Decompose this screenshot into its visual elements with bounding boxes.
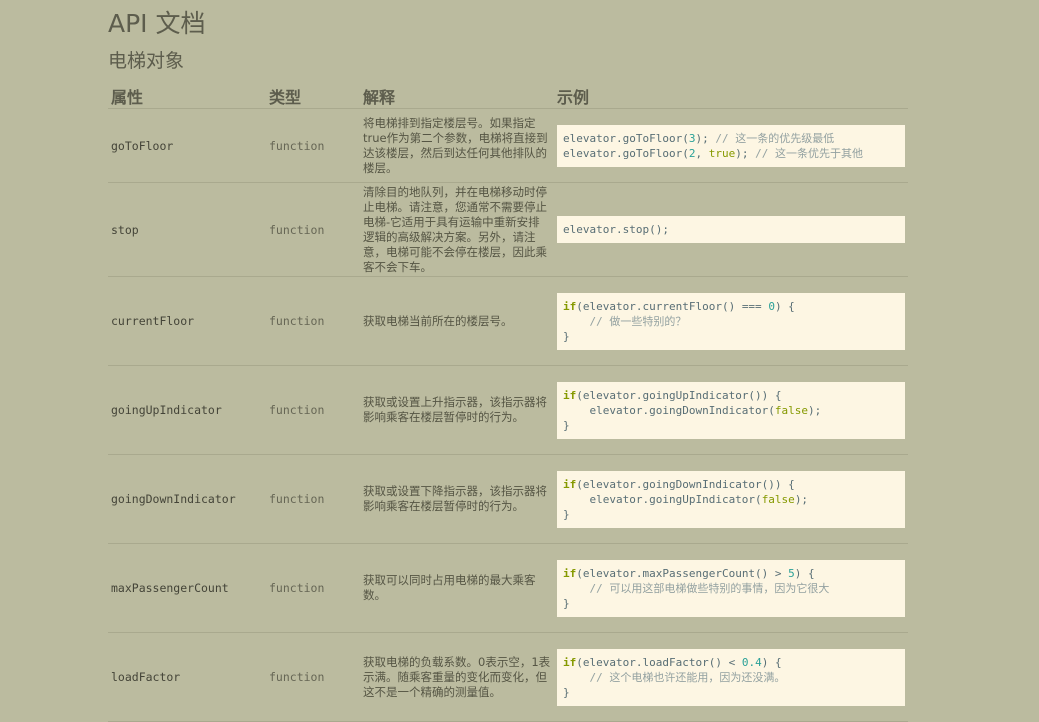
code-token: } [563, 329, 570, 343]
property-description: 获取电梯当前所在的楼层号。 [360, 276, 554, 366]
code-token: ); [735, 146, 749, 160]
code-token: if [563, 299, 577, 313]
code-token: if [563, 388, 577, 402]
code-token: ) { [794, 566, 815, 580]
code-token: elevator.goingDownIndicator( [563, 403, 775, 417]
code-token: 5 [788, 566, 795, 580]
code-token: elevator.goToFloor( [563, 131, 689, 145]
code-token: 0.4 [741, 655, 762, 669]
section-title: 电梯对象 [108, 50, 185, 72]
property-description: 将电梯排到指定楼层号。如果指定true作为第二个参数，电梯将直接到达该楼层，然后… [360, 108, 554, 183]
property-name: goingDownIndicator [108, 454, 266, 544]
code-token: true [708, 146, 736, 160]
property-example-cell: if(elevator.loadFactor() < 0.4) { // 这个电… [554, 632, 908, 722]
code-token: elevator.stop(); [563, 223, 669, 236]
property-type: function [266, 365, 360, 455]
code-token: if [563, 477, 577, 491]
code-token: ) { [761, 655, 782, 669]
header-description: 解释 [360, 84, 554, 109]
property-name: goingUpIndicator [108, 365, 266, 455]
property-description: 清除目的地队列，并在电梯移动时停止电梯。请注意，您通常不需要停止电梯-它适用于具… [360, 182, 554, 277]
code-token: (elevator.loadFactor() < [576, 655, 742, 669]
header-property: 属性 [108, 84, 266, 109]
code-token: // 做一些特别的？ [563, 314, 687, 328]
code-token: 0 [768, 299, 775, 313]
code-example: if(elevator.maxPassengerCount() > 5) { /… [557, 559, 905, 617]
code-token: if [563, 566, 577, 580]
property-example-cell: if(elevator.currentFloor() === 0) { // 做… [554, 276, 908, 366]
code-token: if [563, 655, 577, 669]
code-token: elevator.goToFloor( [563, 146, 689, 160]
property-name: currentFloor [108, 276, 266, 366]
code-token: } [563, 596, 570, 610]
property-name: goToFloor [108, 108, 266, 183]
property-type: function [266, 543, 360, 633]
property-type: function [266, 108, 360, 183]
property-description: 获取或设置下降指示器，该指示器将影响乘客在楼层暂停时的行为。 [360, 454, 554, 544]
property-name: loadFactor [108, 632, 266, 722]
property-example-cell: if(elevator.maxPassengerCount() > 5) { /… [554, 543, 908, 633]
table-row: goingDownIndicator function 获取或设置下降指示器，该指示… [108, 454, 908, 544]
header-type: 类型 [266, 84, 360, 109]
code-example: elevator.stop(); [557, 216, 905, 243]
property-description: 获取可以同时占用电梯的最大乘客数。 [360, 543, 554, 633]
code-token: } [563, 507, 570, 521]
code-token: // 这一条优先于其他 [748, 146, 863, 160]
table-row: goToFloor function 将电梯排到指定楼层号。如果指定true作为第二… [108, 108, 908, 183]
code-token: // 可以用这部电梯做些特别的事情，因为它很大 [563, 581, 830, 595]
property-description: 获取或设置上升指示器，该指示器将影响乘客在楼层暂停时的行为。 [360, 365, 554, 455]
table-header-row: 属性 类型 解释 示例 [108, 84, 908, 109]
property-name: stop [108, 182, 266, 277]
code-token: // 这一条的优先级最低 [708, 131, 835, 145]
code-example: elevator.goToFloor(3); // 这一条的优先级最低 elev… [557, 124, 905, 167]
code-token: ); [695, 131, 709, 145]
code-token: // 这个电梯也许还能用，因为还没满。 [563, 670, 786, 684]
table-row: maxPassengerCount function 获取可以同时占用电梯的最大乘客… [108, 543, 908, 633]
code-token: ) { [774, 299, 795, 313]
code-token: ); [808, 403, 822, 417]
code-token: } [563, 418, 570, 432]
code-token: ); [794, 492, 809, 506]
code-example: if(elevator.goingDownIndicator()) { elev… [557, 470, 905, 528]
property-type: function [266, 276, 360, 366]
property-example-cell: if(elevator.goingUpIndicator()) { elevat… [554, 365, 908, 455]
table-row: currentFloor function 获取电梯当前所在的楼层号。 if(elev… [108, 276, 908, 366]
code-token: (elevator.goingDownIndicator()) { [576, 477, 795, 491]
code-token: } [563, 685, 570, 699]
property-description: 获取电梯的负载系数。0表示空，1表示满。随乘客重量的变化而变化，但这不是一个精确… [360, 632, 554, 722]
api-table: 属性 类型 解释 示例 goToFloor function 将电梯排到指定楼层号。… [108, 84, 908, 722]
code-token: false [761, 492, 795, 506]
property-example-cell: elevator.goToFloor(3); // 这一条的优先级最低 elev… [554, 108, 908, 183]
code-token: (elevator.goingUpIndicator()) { [576, 388, 782, 402]
code-token: (elevator.currentFloor() === [576, 299, 769, 313]
code-token: , [695, 146, 709, 160]
property-type: function [266, 454, 360, 544]
property-type: function [266, 182, 360, 277]
code-token: elevator.goingUpIndicator( [563, 492, 762, 506]
property-name: maxPassengerCount [108, 543, 266, 633]
code-example: if(elevator.currentFloor() === 0) { // 做… [557, 292, 905, 350]
table-row: stop function 清除目的地队列，并在电梯移动时停止电梯。请注意，您通常不… [108, 182, 908, 277]
page-title: API 文档 [108, 9, 206, 38]
property-example-cell: if(elevator.goingDownIndicator()) { elev… [554, 454, 908, 544]
header-example: 示例 [554, 84, 908, 109]
code-example: if(elevator.loadFactor() < 0.4) { // 这个电… [557, 648, 905, 706]
table-row: goingUpIndicator function 获取或设置上升指示器，该指示器将… [108, 365, 908, 455]
property-type: function [266, 632, 360, 722]
code-token: false [774, 403, 809, 417]
table-row: loadFactor function 获取电梯的负载系数。0表示空，1表示满。随乘… [108, 632, 908, 722]
code-token: (elevator.maxPassengerCount() > [576, 566, 789, 580]
property-example-cell: elevator.stop(); [554, 182, 908, 277]
code-example: if(elevator.goingUpIndicator()) { elevat… [557, 381, 905, 439]
